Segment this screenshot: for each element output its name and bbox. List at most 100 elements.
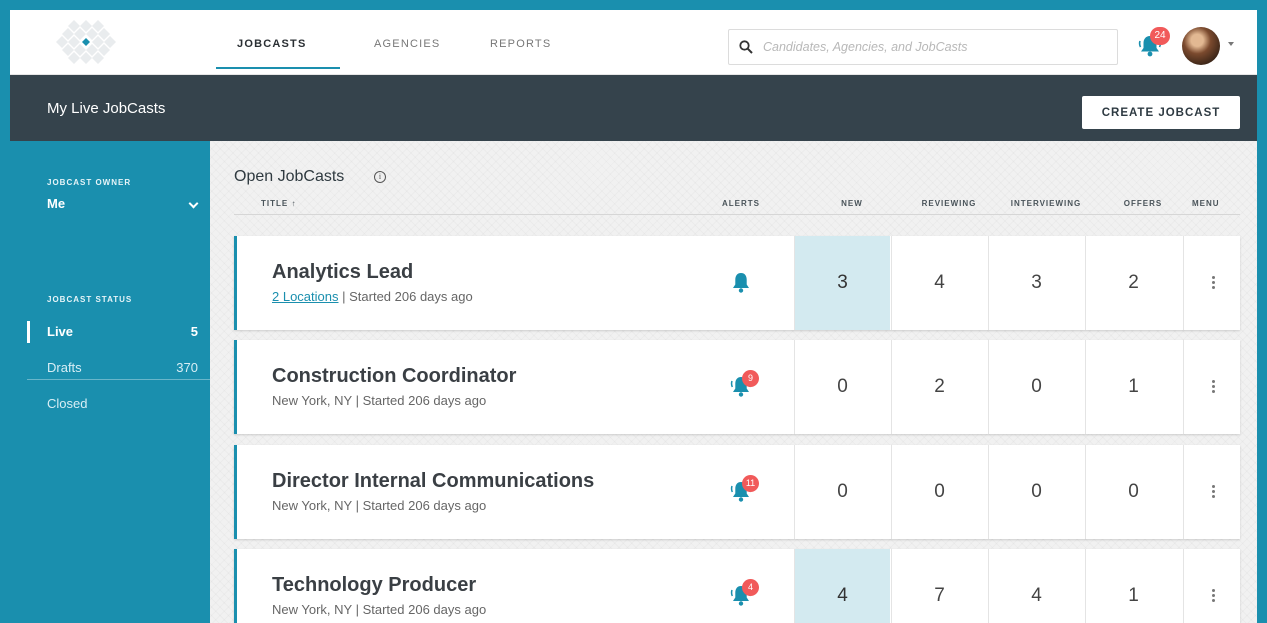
- company-logo[interactable]: [56, 18, 116, 66]
- offers-count-cell[interactable]: 1: [1085, 549, 1181, 623]
- jobcast-meta: 2 Locations | Started 206 days ago: [272, 289, 473, 304]
- section-title: Open JobCasts: [234, 168, 345, 185]
- reviewing-count-cell[interactable]: 2: [891, 340, 987, 434]
- column-header-menu: MENU: [1192, 199, 1220, 208]
- active-tab-indicator: [216, 67, 340, 69]
- jobcast-status-heading: JOBCAST STATUS: [47, 295, 133, 304]
- alert-count-badge: 11: [742, 475, 759, 492]
- status-item-drafts[interactable]: Drafts 370: [27, 357, 210, 379]
- kebab-dot: [1212, 385, 1215, 388]
- status-label: Closed: [47, 396, 88, 411]
- user-avatar[interactable]: [1182, 27, 1220, 65]
- column-header-title[interactable]: TITLE ↑: [261, 199, 296, 208]
- jobcast-started: | Started 206 days ago: [342, 289, 473, 304]
- jobcast-row[interactable]: Director Internal Communications New Yor…: [234, 445, 1240, 539]
- new-count-cell[interactable]: 0: [794, 445, 890, 539]
- alerts-button[interactable]: [729, 270, 757, 298]
- top-navigation: JOBCASTS AGENCIES REPORTS 24: [10, 10, 1257, 75]
- info-icon[interactable]: i: [374, 171, 386, 183]
- page-title: My Live JobCasts: [47, 100, 166, 117]
- interviewing-count-cell[interactable]: 4: [988, 549, 1084, 623]
- jobcast-title[interactable]: Technology Producer: [272, 574, 476, 597]
- alerts-button[interactable]: 9: [729, 370, 759, 402]
- alert-count-badge: 4: [742, 579, 759, 596]
- jobcast-meta: New York, NY | Started 206 days ago: [272, 393, 486, 408]
- new-count-cell[interactable]: 0: [794, 340, 890, 434]
- status-count: 370: [176, 360, 198, 375]
- status-count: 5: [190, 324, 198, 339]
- row-menu-button[interactable]: [1183, 236, 1243, 330]
- row-menu-button[interactable]: [1183, 549, 1243, 623]
- owner-dropdown-value: Me: [47, 196, 66, 211]
- alerts-button[interactable]: 4: [729, 579, 759, 611]
- jobcast-title[interactable]: Director Internal Communications: [272, 470, 594, 493]
- kebab-dot: [1212, 380, 1215, 383]
- offers-count-cell[interactable]: 1: [1085, 340, 1181, 434]
- column-header-reviewing: REVIEWING: [921, 199, 977, 208]
- new-count-cell[interactable]: 3: [794, 236, 890, 330]
- tab-jobcasts[interactable]: JOBCASTS: [237, 38, 307, 50]
- divider: [27, 379, 210, 380]
- new-count-cell[interactable]: 4: [794, 549, 890, 623]
- column-header-offers: OFFERS: [1123, 199, 1163, 208]
- kebab-dot: [1212, 589, 1215, 592]
- alerts-button[interactable]: 11: [729, 475, 759, 507]
- status-item-closed[interactable]: Closed: [27, 393, 210, 415]
- reviewing-count-cell[interactable]: 0: [891, 445, 987, 539]
- jobcast-started: | Started 206 days ago: [355, 393, 487, 408]
- kebab-dot: [1212, 495, 1215, 498]
- kebab-dot: [1212, 594, 1215, 597]
- interviewing-count-cell[interactable]: 0: [988, 340, 1084, 434]
- reviewing-count-cell[interactable]: 7: [891, 549, 987, 623]
- create-jobcast-button[interactable]: CREATE JOBCAST: [1082, 96, 1240, 129]
- sidebar: JOBCAST OWNER Me JOBCAST STATUS Live 5 D…: [10, 141, 210, 623]
- tab-agencies[interactable]: AGENCIES: [374, 38, 440, 50]
- jobcast-started: | Started 206 days ago: [355, 602, 487, 617]
- jobcast-location: New York, NY: [272, 602, 352, 617]
- status-label: Drafts: [47, 360, 82, 375]
- bell-icon: [733, 273, 749, 293]
- column-header-new: NEW: [841, 199, 863, 208]
- kebab-dot: [1212, 485, 1215, 488]
- jobcast-row[interactable]: Analytics Lead 2 Locations | Started 206…: [234, 236, 1240, 330]
- jobcast-location[interactable]: 2 Locations: [272, 289, 339, 304]
- row-menu-button[interactable]: [1183, 340, 1243, 434]
- alert-count-badge: 9: [742, 370, 759, 387]
- jobcast-title[interactable]: Construction Coordinator: [272, 365, 516, 388]
- kebab-dot: [1212, 281, 1215, 284]
- reviewing-count-cell[interactable]: 4: [891, 236, 987, 330]
- jobcast-started: | Started 206 days ago: [355, 498, 487, 513]
- divider: [234, 214, 1240, 215]
- page-header: My Live JobCasts CREATE JOBCAST: [10, 75, 1257, 141]
- main-content: Open JobCasts i TITLE ↑ ALERTS NEW REVIE…: [210, 141, 1257, 623]
- notification-count-badge: 24: [1150, 27, 1170, 45]
- interviewing-count-cell[interactable]: 0: [988, 445, 1084, 539]
- kebab-dot: [1212, 490, 1215, 493]
- search-box[interactable]: [728, 29, 1118, 65]
- offers-count-cell[interactable]: 2: [1085, 236, 1181, 330]
- column-header-interviewing: INTERVIEWING: [1010, 199, 1082, 208]
- status-label: Live: [47, 324, 74, 339]
- jobcast-meta: New York, NY | Started 206 days ago: [272, 602, 486, 617]
- app-window: JOBCASTS AGENCIES REPORTS 24 My Live Job…: [10, 10, 1257, 623]
- offers-count-cell[interactable]: 0: [1085, 445, 1181, 539]
- kebab-dot: [1212, 599, 1215, 602]
- search-input[interactable]: [763, 37, 1103, 57]
- jobcast-location: New York, NY: [272, 393, 352, 408]
- caret-down-icon[interactable]: [1228, 42, 1234, 46]
- column-header-alerts: ALERTS: [722, 199, 760, 208]
- owner-dropdown[interactable]: Me: [47, 196, 199, 216]
- kebab-dot: [1212, 286, 1215, 289]
- row-menu-button[interactable]: [1183, 445, 1243, 539]
- jobcast-row[interactable]: Construction Coordinator New York, NY | …: [234, 340, 1240, 434]
- chevron-down-icon: [188, 198, 199, 209]
- search-icon: [739, 40, 753, 54]
- jobcast-owner-heading: JOBCAST OWNER: [47, 178, 132, 187]
- kebab-dot: [1212, 390, 1215, 393]
- jobcast-row[interactable]: Technology Producer New York, NY | Start…: [234, 549, 1240, 623]
- jobcast-location: New York, NY: [272, 498, 352, 513]
- jobcast-title[interactable]: Analytics Lead: [272, 261, 413, 284]
- tab-reports[interactable]: REPORTS: [490, 38, 551, 50]
- status-item-live[interactable]: Live 5: [27, 321, 210, 343]
- interviewing-count-cell[interactable]: 3: [988, 236, 1084, 330]
